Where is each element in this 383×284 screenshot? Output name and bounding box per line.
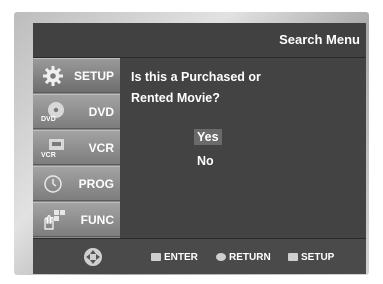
- sidebar-item-prog[interactable]: PROG: [33, 166, 120, 201]
- sidebar-item-label: SETUP: [73, 69, 114, 83]
- dvd-disc-icon: DVD: [41, 102, 64, 123]
- sidebar-item-vcr[interactable]: VCR VCR: [33, 130, 120, 165]
- question-text: Is this a Purchased or Rented Movie?: [131, 67, 341, 109]
- osd-screen: Search Menu SETUP DVD DVD VCR VCR PROG F…: [33, 23, 366, 274]
- return-label: RETURN: [229, 252, 271, 263]
- svg-text:DVD: DVD: [41, 116, 56, 123]
- sidebar-item-label: VCR: [88, 141, 114, 155]
- sidebar-item-dvd[interactable]: DVD DVD: [33, 94, 120, 129]
- hand-pointer-icon: [44, 210, 65, 230]
- header-bar: Search Menu: [33, 23, 366, 58]
- svg-text:VCR: VCR: [41, 152, 56, 159]
- footer-bar: ENTER RETURN SETUP: [33, 238, 366, 274]
- setup-label: SETUP: [301, 252, 335, 263]
- gear-icon: [43, 66, 63, 86]
- question-line-1: Is this a Purchased or: [131, 70, 261, 84]
- question-line-2: Rented Movie?: [131, 91, 220, 105]
- sidebar-item-label: DVD: [88, 105, 114, 119]
- main-content: Is this a Purchased or Rented Movie? Yes…: [120, 58, 366, 238]
- clock-icon: [44, 175, 62, 193]
- sidebar-item-label: PROG: [78, 177, 114, 191]
- sidebar-item-func[interactable]: FUNC: [33, 202, 120, 237]
- enter-button[interactable]: ENTER: [151, 252, 198, 263]
- sidebar-item-setup[interactable]: SETUP: [33, 58, 120, 93]
- option-no[interactable]: No: [194, 153, 217, 169]
- return-button[interactable]: RETURN: [216, 252, 271, 263]
- enter-label: ENTER: [164, 252, 198, 263]
- dpad-icon: [84, 248, 102, 266]
- vcr-tape-icon: VCR: [41, 139, 64, 159]
- return-key-icon: [216, 253, 226, 261]
- setup-key-icon: [288, 253, 298, 261]
- setup-button[interactable]: SETUP: [288, 252, 334, 263]
- sidebar: SETUP DVD DVD VCR VCR PROG FUNC: [33, 58, 120, 238]
- enter-key-icon: [151, 253, 161, 261]
- option-yes[interactable]: Yes: [194, 129, 222, 145]
- sidebar-item-label: FUNC: [80, 213, 114, 227]
- page-title: Search Menu: [279, 32, 360, 47]
